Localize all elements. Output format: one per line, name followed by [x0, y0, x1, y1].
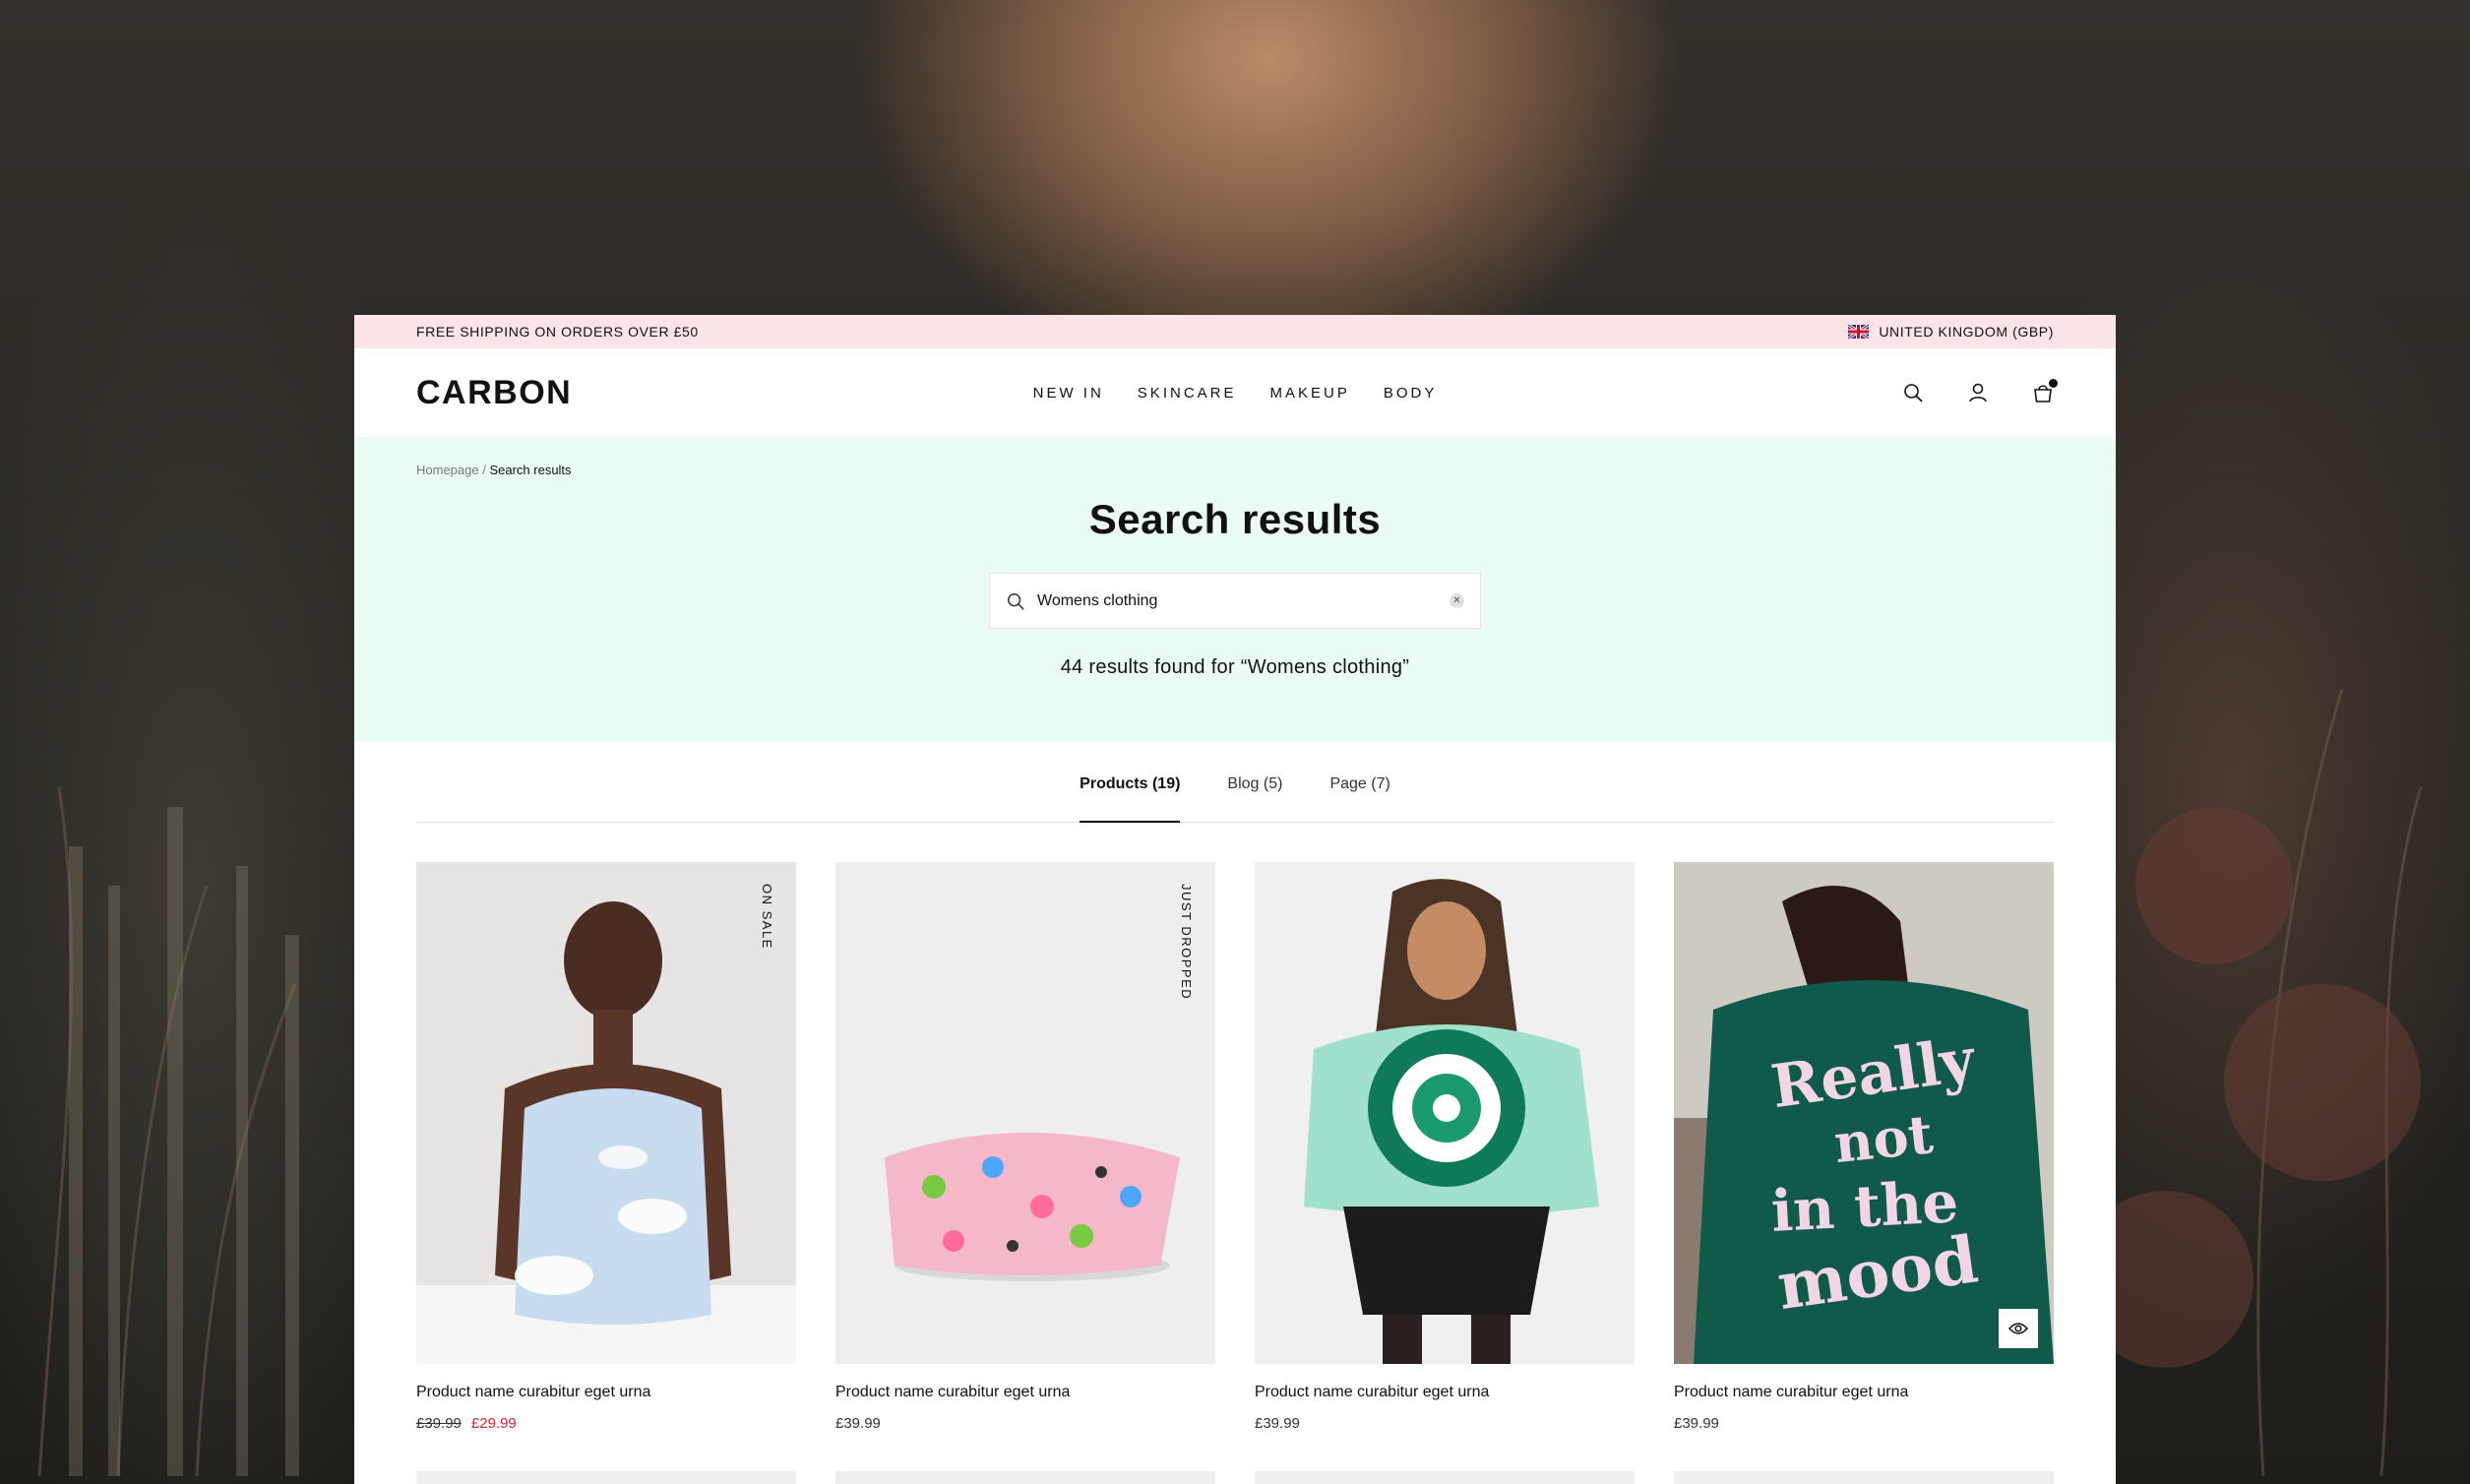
sweatshirt-print: Really not in the mood: [1767, 1025, 1983, 1325]
result-tabs: Products (19) Blog (5) Page (7): [416, 773, 2054, 823]
breadcrumb-current: Search results: [489, 463, 572, 477]
logo[interactable]: CARBON: [416, 374, 572, 412]
results-count: 44 results found for “Womens clothing”: [1060, 656, 1410, 678]
product-card[interactable]: Really not in the mood Product name cura…: [1674, 862, 2054, 1432]
product-price: £39.99: [835, 1415, 1215, 1432]
sale-badge: ON SALE: [760, 884, 774, 950]
product-card[interactable]: JUST DROPPED Product name curabitur eget…: [835, 862, 1215, 1432]
product-image[interactable]: [416, 1471, 796, 1484]
product-photo: [416, 862, 796, 1364]
search-icon[interactable]: [1902, 382, 1924, 403]
search-hero: Homepage / Search results Search results…: [354, 437, 2116, 742]
price: £39.99: [835, 1415, 881, 1432]
cart-indicator: [2049, 379, 2058, 388]
uk-flag-icon: [1848, 325, 1870, 339]
price: £39.99: [1255, 1415, 1300, 1432]
product-grid: ON SALE Product name curabitur eget urna…: [416, 862, 2054, 1432]
product-grid-next-row: [416, 1471, 2054, 1484]
nav-makeup[interactable]: MAKEUP: [1269, 385, 1349, 402]
product-image[interactable]: [1674, 1471, 2054, 1484]
product-price: £39.99 £29.99: [416, 1415, 796, 1432]
nav-body[interactable]: BODY: [1384, 385, 1438, 402]
breadcrumb: Homepage / Search results: [416, 463, 572, 477]
svg-text:not: not: [1831, 1102, 1936, 1175]
search-input[interactable]: [1037, 591, 1438, 610]
sale-price: £29.99: [470, 1415, 517, 1432]
announcement-bar: FREE SHIPPING ON ORDERS OVER £50 UNITED …: [354, 315, 2116, 348]
header-actions: [1902, 379, 2058, 403]
original-price: £39.99: [416, 1415, 462, 1432]
search-icon: [1008, 592, 1024, 610]
price: £39.99: [1674, 1415, 1719, 1432]
product-card[interactable]: ON SALE Product name curabitur eget urna…: [416, 862, 796, 1432]
website-frame: FREE SHIPPING ON ORDERS OVER £50 UNITED …: [354, 315, 2116, 1484]
product-name[interactable]: Product name curabitur eget urna: [835, 1384, 1215, 1401]
breadcrumb-separator: /: [478, 463, 490, 477]
nav-new-in[interactable]: NEW IN: [1033, 385, 1104, 402]
product-image[interactable]: [835, 1471, 1215, 1484]
breadcrumb-home[interactable]: Homepage: [416, 463, 479, 477]
tab-products[interactable]: Products (19): [1080, 773, 1181, 823]
site-header: CARBON NEW IN SKINCARE MAKEUP BODY: [354, 348, 2116, 437]
nav-skincare[interactable]: SKINCARE: [1138, 385, 1237, 402]
product-price: £39.99: [1255, 1415, 1635, 1432]
product-card[interactable]: Product name curabitur eget urna £39.99: [1255, 862, 1635, 1432]
region-label: UNITED KINGDOM (GBP): [1879, 324, 2054, 340]
product-price: £39.99: [1674, 1415, 2054, 1432]
product-image[interactable]: [1255, 1471, 1635, 1484]
region-selector[interactable]: UNITED KINGDOM (GBP): [1848, 324, 2054, 340]
page-title: Search results: [1088, 496, 1382, 542]
tab-page[interactable]: Page (7): [1329, 773, 1389, 822]
search-field: ✕: [989, 573, 1481, 629]
product-image[interactable]: JUST DROPPED: [835, 862, 1215, 1364]
product-image[interactable]: ON SALE: [416, 862, 796, 1364]
product-name[interactable]: Product name curabitur eget urna: [1255, 1384, 1635, 1401]
product-image[interactable]: [1255, 862, 1635, 1364]
product-photo: [1255, 862, 1635, 1364]
main-nav: NEW IN SKINCARE MAKEUP BODY: [1033, 385, 1438, 402]
quick-view-button[interactable]: [1999, 1309, 2038, 1348]
new-badge: JUST DROPPED: [1179, 884, 1194, 1001]
announcement-text: FREE SHIPPING ON ORDERS OVER £50: [416, 324, 699, 340]
product-name[interactable]: Product name curabitur eget urna: [1674, 1384, 2054, 1401]
product-photo: [835, 862, 1215, 1364]
account-icon[interactable]: [1967, 382, 1989, 403]
eye-icon: [2008, 1323, 2028, 1334]
cart-button[interactable]: [2032, 379, 2058, 403]
tab-blog[interactable]: Blog (5): [1227, 773, 1282, 822]
product-image[interactable]: Really not in the mood: [1674, 862, 2054, 1364]
product-name[interactable]: Product name curabitur eget urna: [416, 1384, 796, 1401]
clear-search-icon[interactable]: ✕: [1450, 593, 1464, 608]
